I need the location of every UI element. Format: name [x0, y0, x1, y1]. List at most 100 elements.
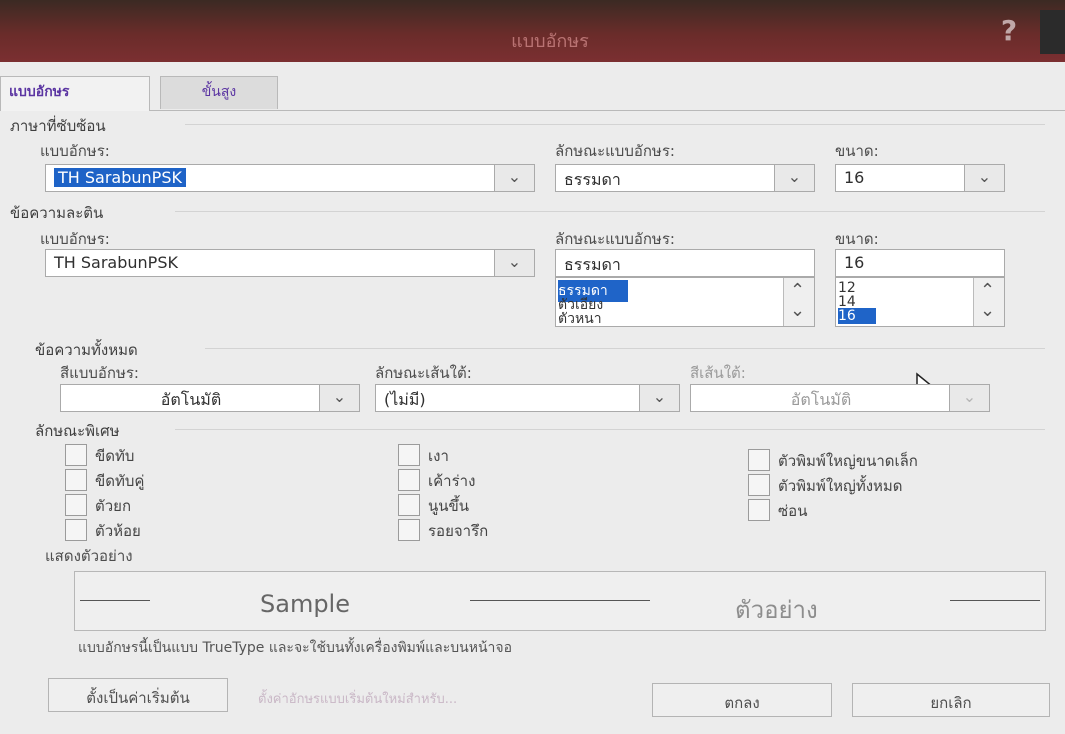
cancel-button-label: ยกเลิก	[930, 694, 972, 712]
chevron-down-icon[interactable]: ⌄	[639, 385, 679, 411]
chevron-down-icon[interactable]: ⌄	[964, 165, 1004, 191]
ok-button-label: ตกลง	[724, 694, 760, 712]
checkbox-superscript[interactable]	[65, 494, 87, 516]
preview-line-left	[80, 600, 150, 601]
preview-sample-latin: Sample	[260, 590, 350, 618]
section-title-effects: ลักษณะพิเศษ	[35, 422, 120, 440]
complex-font-label: แบบอักษร:	[40, 142, 110, 160]
complex-font-selected-text: TH SarabunPSK	[54, 168, 186, 187]
complex-size-select[interactable]: 16 ⌄	[835, 164, 1005, 192]
set-default-button-label: ตั้งเป็นค่าเริ่มต้น	[86, 689, 190, 707]
chevron-down-icon[interactable]: ⌄	[790, 300, 805, 321]
faint-footer-label: ตั้งค่าอักษรแบบเริ่มต้นใหม่สำหรับ...	[258, 692, 458, 707]
complex-font-select[interactable]: TH SarabunPSK ⌄	[45, 164, 535, 192]
checkbox-label-all-caps: ตัวพิมพ์ใหญ่ทั้งหมด	[778, 477, 903, 495]
group-line-complex	[185, 124, 1045, 125]
checkbox-label-hidden: ซ่อน	[778, 502, 808, 520]
section-title-latin: ข้อความละติน	[10, 204, 104, 222]
chevron-down-icon[interactable]: ⌄	[494, 250, 534, 276]
preview-box: Sample ตัวอย่าง	[74, 571, 1046, 631]
complex-style-value: ธรรมดา	[564, 170, 621, 189]
latin-font-label: แบบอักษร:	[40, 230, 110, 248]
preview-sample-thai: ตัวอย่าง	[735, 596, 818, 624]
tab-font[interactable]: แบบอักษร	[0, 76, 150, 111]
checkbox-subscript[interactable]	[65, 519, 87, 541]
checkbox-label-strikethrough: ขีดทับ	[95, 447, 135, 465]
checkbox-double-strikethrough[interactable]	[65, 469, 87, 491]
chevron-up-icon[interactable]: ⌃	[790, 280, 805, 301]
latin-font-select[interactable]: TH SarabunPSK ⌄	[45, 249, 535, 277]
underline-style-select[interactable]: (ไม่มี) ⌄	[375, 384, 680, 412]
chevron-down-icon[interactable]: ⌄	[980, 300, 995, 321]
window-title: แบบอักษร	[511, 31, 589, 52]
latin-size-value: 16	[844, 253, 865, 272]
tab-font-label: แบบอักษร	[9, 84, 70, 100]
checkbox-label-double-strikethrough: ขีดทับคู่	[95, 472, 145, 490]
checkbox-emboss[interactable]	[398, 494, 420, 516]
checkbox-small-caps[interactable]	[748, 449, 770, 471]
checkbox-label-superscript: ตัวยก	[95, 497, 132, 515]
latin-style-label: ลักษณะแบบอักษร:	[555, 230, 675, 248]
chevron-down-icon[interactable]: ⌄	[319, 385, 359, 411]
ok-button[interactable]: ตกลง	[652, 683, 832, 717]
preview-line-middle	[470, 600, 650, 601]
font-color-label: สีแบบอักษร:	[60, 364, 139, 382]
chevron-down-icon[interactable]: ⌄	[774, 165, 814, 191]
checkbox-strikethrough[interactable]	[65, 444, 87, 466]
latin-style-input[interactable]: ธรรมดา	[555, 249, 815, 277]
checkbox-label-shadow: เงา	[428, 447, 449, 465]
checkbox-hidden[interactable]	[748, 499, 770, 521]
group-line-effects	[175, 429, 1045, 430]
chevron-down-icon: ⌄	[949, 385, 989, 411]
cancel-button[interactable]: ยกเลิก	[852, 683, 1050, 717]
complex-style-select[interactable]: ธรรมดา ⌄	[555, 164, 815, 192]
checkbox-label-small-caps: ตัวพิมพ์ใหญ่ขนาดเล็ก	[778, 452, 918, 470]
checkbox-label-emboss: นูนขึ้น	[428, 497, 470, 515]
latin-size-label: ขนาด:	[835, 230, 879, 248]
section-title-complex: ภาษาที่ซับซ้อน	[10, 117, 106, 135]
complex-style-label: ลักษณะแบบอักษร:	[555, 142, 675, 160]
checkbox-outline[interactable]	[398, 469, 420, 491]
font-dialog: แบบอักษร ขั้นสูง ภาษาที่ซับซ้อน แบบอักษร…	[0, 62, 1065, 734]
latin-size-list[interactable]: 12 14 16 ⌃ ⌄	[835, 277, 1005, 327]
font-color-select[interactable]: อัตโนมัติ ⌄	[60, 384, 360, 412]
help-icon[interactable]: ?	[994, 16, 1024, 46]
close-icon[interactable]	[1040, 10, 1065, 54]
complex-size-value: 16	[844, 168, 865, 187]
style-option-bold[interactable]: ตัวหนา	[558, 308, 602, 330]
checkbox-label-subscript: ตัวห้อย	[95, 522, 141, 540]
chevron-up-icon[interactable]: ⌃	[980, 280, 995, 301]
size-option-16[interactable]: 16	[838, 308, 876, 324]
screen: แบบอักษร ? แบบอักษร ขั้นสูง ภาษาที่ซับซ้…	[0, 0, 1065, 734]
checkbox-all-caps[interactable]	[748, 474, 770, 496]
checkbox-label-engrave: รอยจารึก	[428, 522, 489, 540]
group-line-all-text	[205, 348, 1045, 349]
latin-size-input[interactable]: 16	[835, 249, 1005, 277]
underline-color-select: อัตโนมัติ ⌄	[690, 384, 990, 412]
checkbox-label-outline: เค้าร่าง	[428, 472, 476, 490]
preview-description: แบบอักษรนี้เป็นแบบ TrueType และจะใช้บนทั…	[78, 640, 512, 656]
tab-advanced[interactable]: ขั้นสูง	[160, 76, 278, 109]
tab-strip: แบบอักษร ขั้นสูง	[0, 76, 1065, 111]
checkbox-shadow[interactable]	[398, 444, 420, 466]
style-list-scrollbar[interactable]: ⌃ ⌄	[783, 278, 814, 326]
latin-style-list[interactable]: ธรรมดา ตัวเอียง ตัวหนา ⌃ ⌄	[555, 277, 815, 327]
set-default-button[interactable]: ตั้งเป็นค่าเริ่มต้น	[48, 678, 228, 712]
underline-style-value: (ไม่มี)	[384, 390, 426, 409]
preview-title: แสดงตัวอย่าง	[45, 547, 133, 565]
section-title-all-text: ข้อความทั้งหมด	[35, 341, 138, 359]
tab-advanced-label: ขั้นสูง	[201, 84, 237, 100]
underline-color-label: สีเส้นใต้:	[690, 364, 746, 382]
underline-color-value: อัตโนมัติ	[790, 390, 852, 409]
checkbox-engrave[interactable]	[398, 519, 420, 541]
size-list-scrollbar[interactable]: ⌃ ⌄	[973, 278, 1004, 326]
latin-style-value: ธรรมดา	[564, 255, 621, 274]
preview-line-right	[950, 600, 1040, 601]
title-bar: แบบอักษร ?	[0, 0, 1065, 62]
font-color-value: อัตโนมัติ	[160, 390, 222, 409]
chevron-down-icon[interactable]: ⌄	[494, 165, 534, 191]
complex-size-label: ขนาด:	[835, 142, 879, 160]
latin-font-value: TH SarabunPSK	[54, 253, 178, 272]
underline-style-label: ลักษณะเส้นใต้:	[375, 364, 472, 382]
group-line-latin	[175, 211, 1045, 212]
